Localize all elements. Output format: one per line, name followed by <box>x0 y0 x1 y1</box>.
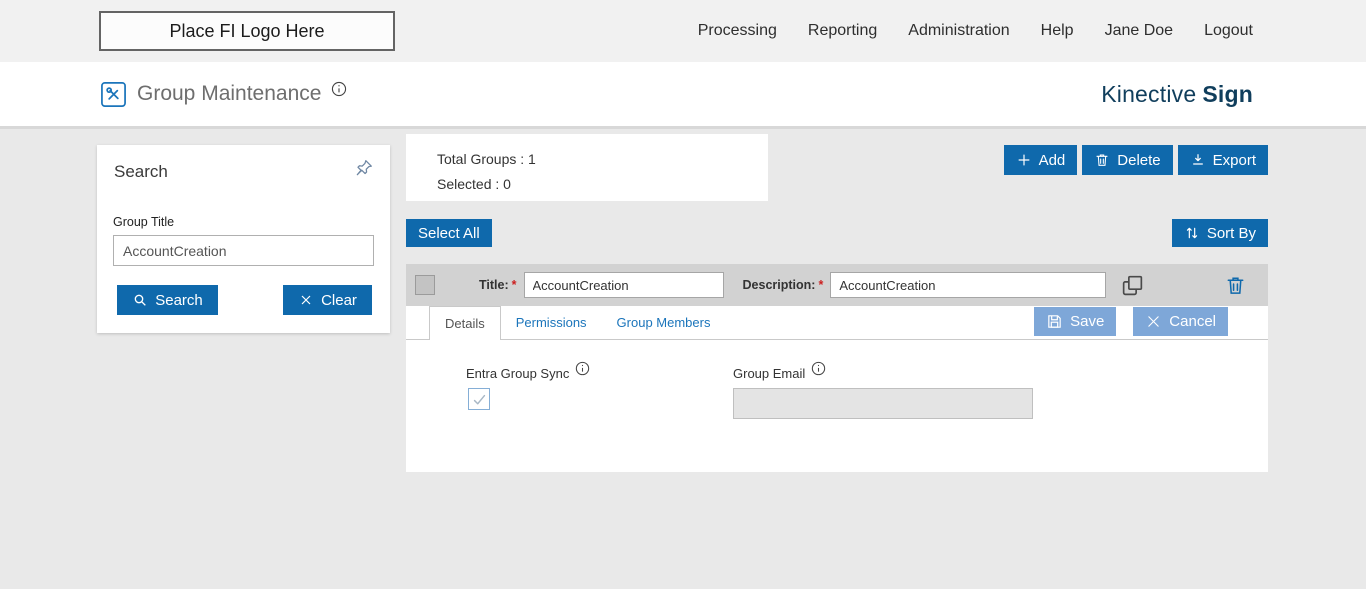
nav-item-reporting[interactable]: Reporting <box>808 22 877 40</box>
trash-icon <box>1094 152 1110 168</box>
group-detail-panel: Details Permissions Group Members Save <box>406 306 1268 472</box>
search-panel: Search Group Title Search Clear <box>97 145 390 333</box>
close-icon <box>298 292 314 308</box>
close-icon <box>1145 313 1162 330</box>
group-maintenance-icon <box>100 81 127 108</box>
tab-group-members[interactable]: Group Members <box>602 306 726 339</box>
save-button[interactable]: Save <box>1034 307 1116 336</box>
total-groups-text: Total Groups : 1 <box>437 147 768 172</box>
required-marker: * <box>818 278 823 292</box>
plus-icon <box>1016 152 1032 168</box>
delete-button[interactable]: Delete <box>1082 145 1172 175</box>
copy-button[interactable] <box>1120 273 1145 298</box>
description-label: Description:* <box>743 278 824 292</box>
search-panel-title: Search <box>114 162 168 182</box>
checkmark-icon <box>471 391 488 408</box>
title-label: Title:* <box>479 278 517 292</box>
entra-group-sync-checkbox[interactable] <box>468 388 490 410</box>
group-email-info-icon[interactable] <box>811 361 826 376</box>
group-row-checkbox[interactable] <box>415 275 435 295</box>
page-title: Group Maintenance <box>137 82 321 106</box>
export-button[interactable]: Export <box>1178 145 1268 175</box>
nav-item-user[interactable]: Jane Doe <box>1105 22 1174 40</box>
topbar: Place FI Logo Here Processing Reporting … <box>0 0 1366 62</box>
group-row: Title:* Description:* <box>406 264 1268 306</box>
group-title-label: Group Title <box>113 215 174 229</box>
row-delete-button[interactable] <box>1224 274 1247 297</box>
group-email-label: Group Email <box>733 366 826 381</box>
fi-logo-placeholder: Place FI Logo Here <box>99 11 395 51</box>
top-nav: Processing Reporting Administration Help… <box>698 0 1253 62</box>
details-tab-content: Entra Group Sync Group Email <box>406 340 1268 471</box>
entra-group-sync-info-icon[interactable] <box>575 361 590 376</box>
page-title-info-icon[interactable] <box>331 81 347 97</box>
save-icon <box>1046 313 1063 330</box>
download-icon <box>1190 152 1206 168</box>
nav-item-processing[interactable]: Processing <box>698 22 777 40</box>
title-input[interactable] <box>524 272 724 298</box>
brand-bold: Sign <box>1202 81 1253 108</box>
cancel-button[interactable]: Cancel <box>1133 307 1228 336</box>
page: Place FI Logo Here Processing Reporting … <box>0 0 1366 589</box>
sort-by-button[interactable]: Sort By <box>1172 219 1268 247</box>
toolbar: Add Delete Export <box>1004 145 1268 175</box>
search-icon <box>132 292 148 308</box>
tab-permissions[interactable]: Permissions <box>501 306 602 339</box>
tab-details[interactable]: Details <box>429 306 501 340</box>
sort-icon <box>1184 225 1200 241</box>
entra-group-sync-label: Entra Group Sync <box>466 366 590 381</box>
pin-icon[interactable] <box>354 158 374 178</box>
description-input[interactable] <box>830 272 1106 298</box>
selected-count-text: Selected : 0 <box>437 172 768 197</box>
group-email-input[interactable] <box>733 388 1033 419</box>
required-marker: * <box>512 278 517 292</box>
fi-logo-text: Place FI Logo Here <box>169 21 324 42</box>
group-title-input[interactable] <box>113 235 374 266</box>
nav-item-logout[interactable]: Logout <box>1204 22 1253 40</box>
select-all-button[interactable]: Select All <box>406 219 492 247</box>
add-button[interactable]: Add <box>1004 145 1078 175</box>
trash-icon <box>1224 274 1247 297</box>
brand-logo: Kinective Sign <box>1101 62 1253 126</box>
brand-regular: Kinective <box>1101 81 1196 108</box>
nav-item-administration[interactable]: Administration <box>908 22 1009 40</box>
title-bar: Group Maintenance Kinective Sign <box>0 62 1366 129</box>
copy-icon <box>1120 273 1145 298</box>
tab-bar: Details Permissions Group Members Save <box>406 306 1268 340</box>
nav-item-help[interactable]: Help <box>1041 22 1074 40</box>
search-button[interactable]: Search <box>117 285 218 315</box>
summary-box: Total Groups : 1 Selected : 0 <box>406 134 768 201</box>
clear-button[interactable]: Clear <box>283 285 372 315</box>
